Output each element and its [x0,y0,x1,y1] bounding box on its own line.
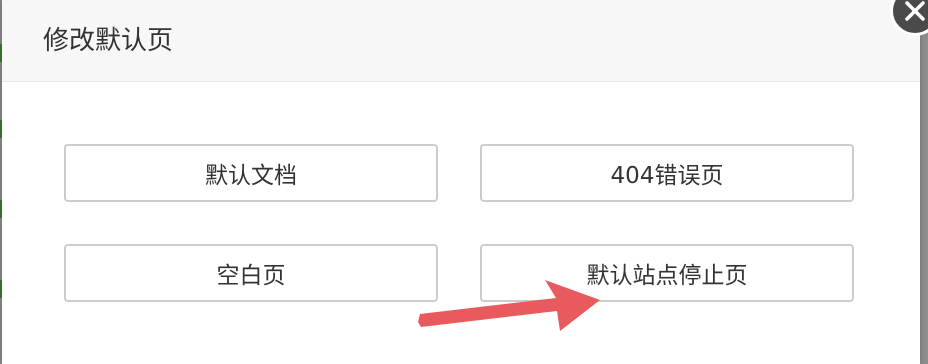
blank-page-button[interactable]: 空白页 [64,244,438,302]
default-site-stopped-page-button[interactable]: 默认站点停止页 [480,244,854,302]
backdrop [920,0,928,364]
default-document-button[interactable]: 默认文档 [64,144,438,202]
modify-default-page-dialog: 修改默认页 默认文档 404错误页 空白页 默认站点停止页 [2,0,920,364]
dialog-header: 修改默认页 [2,0,920,82]
dialog-title: 修改默认页 [43,26,174,56]
404-error-page-button[interactable]: 404错误页 [480,144,854,202]
close-icon [905,1,925,21]
